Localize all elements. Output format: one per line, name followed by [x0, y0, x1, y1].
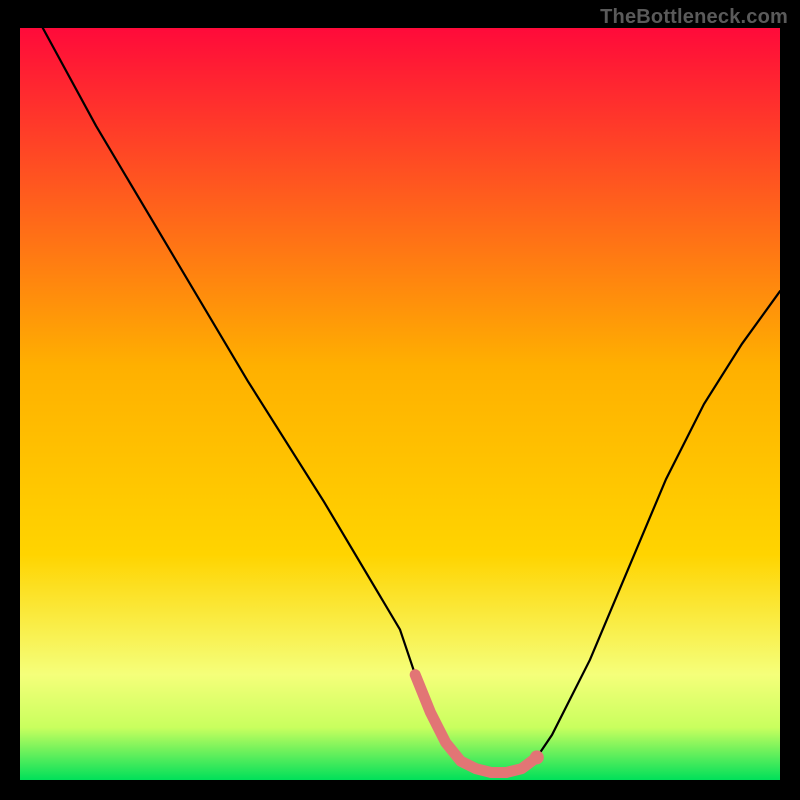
gradient-background: [20, 28, 780, 780]
bottleneck-chart: [20, 28, 780, 780]
watermark-text: TheBottleneck.com: [600, 6, 788, 29]
highlight-end-marker: [530, 750, 544, 764]
chart-svg: [20, 28, 780, 780]
